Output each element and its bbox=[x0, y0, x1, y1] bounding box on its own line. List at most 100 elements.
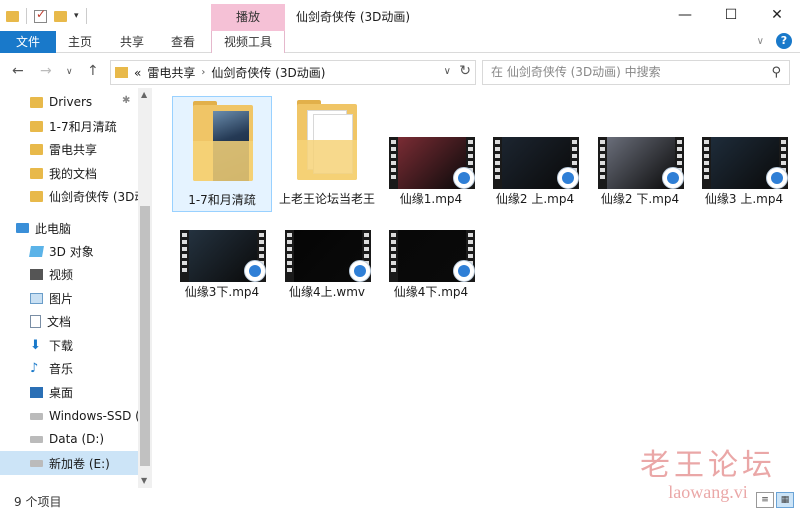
divider bbox=[26, 8, 27, 24]
video-file-item[interactable]: 仙缘1.mp4 bbox=[381, 137, 481, 215]
desk-icon bbox=[30, 386, 43, 398]
folder-icon bbox=[115, 67, 128, 78]
tab-view[interactable]: 查看 bbox=[171, 31, 195, 53]
file-name: 仙缘4下.mp4 bbox=[393, 285, 469, 299]
maximize-button[interactable]: ☐ bbox=[708, 0, 754, 31]
title-bar: ▾ 播放 仙剑奇侠传 (3D动画) — ☐ ✕ bbox=[0, 0, 800, 31]
watermark-url: laowang.vi bbox=[668, 482, 748, 502]
new-folder-icon[interactable] bbox=[54, 10, 67, 22]
file-name: 上老王论坛当老王 bbox=[278, 192, 375, 206]
folder-item[interactable]: 上老王论坛当老王 bbox=[277, 96, 377, 212]
back-icon[interactable]: ← bbox=[12, 63, 24, 79]
sidebar-item[interactable]: 桌面 bbox=[0, 380, 138, 404]
tab-video-tools[interactable]: 视频工具 bbox=[211, 31, 285, 53]
item-count: 9 个项目 bbox=[14, 495, 62, 509]
minimize-button[interactable]: — bbox=[662, 0, 708, 31]
sidebar-item[interactable]: 图片 bbox=[0, 286, 138, 310]
sidebar-item[interactable]: 雷电共享 bbox=[0, 137, 138, 161]
search-icon[interactable]: ⚲ bbox=[771, 61, 781, 84]
up-icon[interactable]: ↑ bbox=[87, 63, 99, 79]
recent-locations-icon[interactable]: ∨ bbox=[66, 67, 73, 77]
chevron-down-icon[interactable]: ∨ bbox=[444, 66, 451, 77]
tab-home[interactable]: 主页 bbox=[68, 31, 92, 53]
folder-icon bbox=[30, 120, 43, 132]
divider bbox=[85, 8, 87, 24]
sidebar-item-label: Data (D:) bbox=[49, 432, 105, 446]
sidebar-item[interactable]: 我的文档 bbox=[0, 161, 138, 185]
video-file-item[interactable]: 仙缘2 下.mp4 bbox=[590, 137, 690, 215]
sidebar-item[interactable]: 1-7和月清疏 bbox=[0, 114, 138, 138]
search-input[interactable]: 在 仙剑奇侠传 (3D动画) 中搜索 ⚲ bbox=[482, 60, 790, 85]
sidebar-item-label: Windows-SSD ( bbox=[49, 409, 138, 423]
video-file-item[interactable]: 仙缘3 上.mp4 bbox=[694, 137, 794, 215]
folder-icon bbox=[297, 100, 357, 180]
video-file-item[interactable]: 仙缘2 上.mp4 bbox=[485, 137, 585, 215]
search-placeholder: 在 仙剑奇侠传 (3D动画) 中搜索 bbox=[491, 65, 661, 79]
expand-ribbon-icon[interactable]: ∨ bbox=[757, 36, 764, 47]
video-thumbnail bbox=[285, 230, 371, 282]
context-tab-play[interactable]: 播放 bbox=[211, 4, 285, 31]
sidebar-item-label: 仙剑奇侠传 (3D动 bbox=[49, 189, 138, 204]
forward-icon[interactable]: → bbox=[40, 63, 52, 79]
pc-icon bbox=[16, 223, 29, 233]
address-bar[interactable]: « 雷电共享 › 仙剑奇侠传 (3D动画) ∨ ↻ bbox=[110, 60, 476, 85]
ribbon-right: ∨ ? bbox=[757, 33, 792, 49]
drive-icon bbox=[30, 435, 43, 443]
media-player-icon bbox=[349, 260, 371, 282]
scroll-up-icon[interactable]: ▲ bbox=[141, 90, 147, 99]
breadcrumb-leidian[interactable]: 雷电共享 bbox=[147, 64, 195, 81]
pic-icon bbox=[30, 292, 43, 304]
pin-icon: ✱ bbox=[122, 95, 131, 106]
video-icon bbox=[30, 268, 43, 280]
help-icon[interactable]: ? bbox=[776, 33, 792, 49]
path-prefix[interactable]: « bbox=[134, 66, 141, 80]
sidebar-item-label: 雷电共享 bbox=[49, 142, 98, 157]
sidebar-item[interactable]: ♪ 音乐 bbox=[0, 356, 138, 380]
sidebar-item[interactable]: ⬇ 下载 bbox=[0, 333, 138, 357]
sidebar-item[interactable]: Windows-SSD ( bbox=[0, 404, 138, 428]
sidebar-item[interactable]: 此电脑 bbox=[0, 216, 138, 240]
sidebar-item[interactable]: 文档 bbox=[0, 309, 138, 333]
media-player-icon bbox=[557, 167, 579, 189]
watermark-title: 老王论坛 bbox=[640, 448, 776, 483]
sidebar-item[interactable]: 视频 bbox=[0, 262, 138, 286]
properties-icon[interactable] bbox=[34, 7, 47, 23]
sidebar-item[interactable]: 3D 对象 bbox=[0, 239, 138, 263]
video-thumbnail bbox=[702, 137, 788, 189]
media-player-icon bbox=[244, 260, 266, 282]
sidebar-item[interactable]: Drivers bbox=[0, 90, 138, 114]
close-button[interactable]: ✕ bbox=[754, 0, 800, 31]
video-file-item[interactable]: 仙缘4下.mp4 bbox=[381, 230, 481, 308]
chevron-right-icon[interactable]: › bbox=[201, 67, 205, 78]
tab-file[interactable]: 文件 bbox=[0, 31, 56, 53]
sidebar-item-label: 我的文档 bbox=[49, 166, 98, 181]
large-icons-view-icon[interactable]: ▦ bbox=[776, 492, 794, 508]
window-controls: — ☐ ✕ bbox=[662, 0, 800, 31]
media-player-icon bbox=[453, 167, 475, 189]
sidebar-item[interactable]: Data (D:) bbox=[0, 427, 138, 451]
folder-item[interactable]: 1-7和月清疏 bbox=[172, 96, 272, 212]
file-name: 仙缘1.mp4 bbox=[399, 192, 463, 206]
quick-access-toolbar: ▾ bbox=[6, 7, 87, 24]
sidebar-item-label: Drivers bbox=[49, 95, 93, 109]
sidebar-item[interactable]: 仙剑奇侠传 (3D动 bbox=[0, 184, 138, 208]
media-player-icon bbox=[662, 167, 684, 189]
video-file-item[interactable]: 仙缘3下.mp4 bbox=[172, 230, 272, 308]
video-file-item[interactable]: 仙缘4上.wmv bbox=[277, 230, 377, 308]
window-title: 仙剑奇侠传 (3D动画) bbox=[296, 10, 411, 24]
tab-share[interactable]: 共享 bbox=[120, 31, 144, 53]
file-name: 仙缘2 上.mp4 bbox=[495, 192, 575, 206]
customize-toolbar-icon[interactable]: ▾ bbox=[74, 11, 79, 21]
dl-icon: ⬇ bbox=[30, 337, 41, 353]
sidebar-item[interactable]: 新加卷 (E:) bbox=[0, 451, 138, 475]
sidebar-item-label: 音乐 bbox=[49, 361, 74, 376]
folder-icon[interactable] bbox=[6, 10, 19, 22]
refresh-icon[interactable]: ↻ bbox=[459, 63, 471, 79]
breadcrumb-current[interactable]: 仙剑奇侠传 (3D动画) bbox=[211, 64, 325, 81]
scroll-down-icon[interactable]: ▼ bbox=[141, 476, 147, 485]
folder-icon bbox=[30, 167, 43, 179]
video-thumbnail bbox=[493, 137, 579, 189]
scrollbar-thumb[interactable] bbox=[140, 206, 150, 466]
media-player-icon bbox=[453, 260, 475, 282]
file-name: 1-7和月清疏 bbox=[188, 193, 256, 207]
